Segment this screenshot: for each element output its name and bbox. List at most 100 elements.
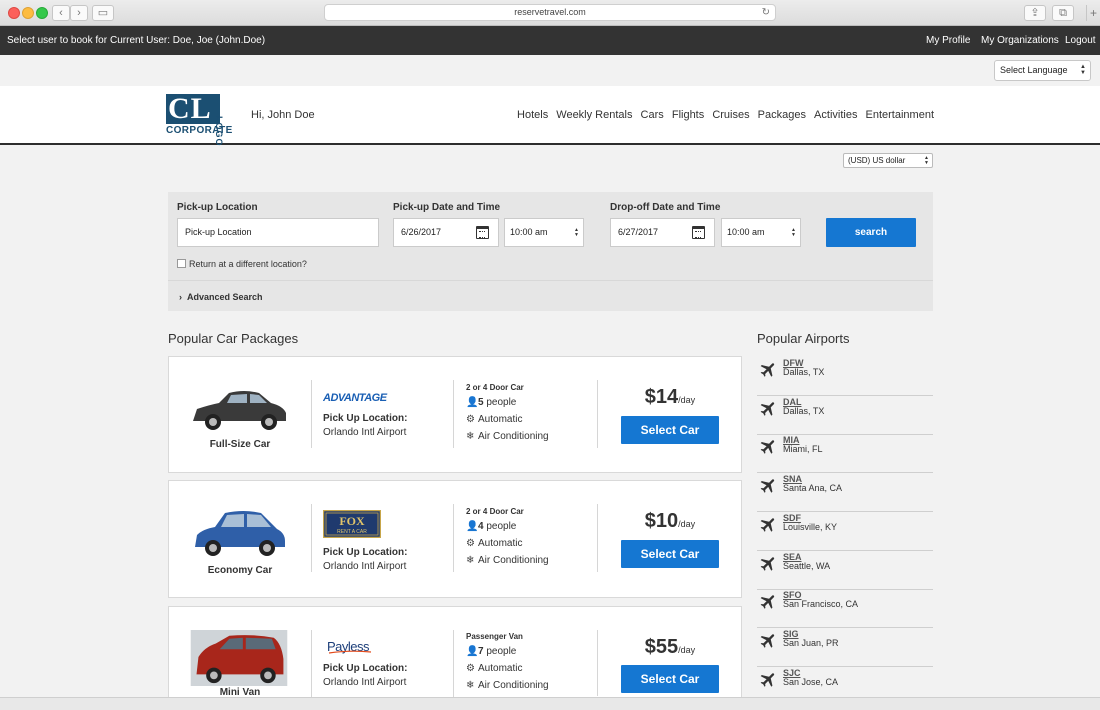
select-car-button[interactable]: Select Car (621, 540, 719, 568)
airport-item-sdf[interactable]: SDF Louisville, KY (757, 512, 933, 551)
car-package-card: Economy Car FOX RENT A CAR Pick Up Locat… (168, 480, 742, 598)
address-bar[interactable]: reservetravel.com ↻ (324, 4, 776, 21)
airport-city: Louisville, KY (783, 521, 838, 532)
back-icon[interactable]: ‹ (52, 5, 70, 21)
airport-item-sfo[interactable]: SFO San Francisco, CA (757, 589, 933, 629)
search-button[interactable]: search (826, 218, 916, 247)
advanced-search-toggle[interactable]: › Advanced Search (179, 292, 263, 302)
return-different-location[interactable]: Return at a different location? (177, 259, 307, 269)
company-logo[interactable]: CL CORPORATE LOGO (166, 94, 236, 147)
price-unit: /day (678, 395, 696, 405)
select-arrows-icon: ▲ ▼ (1080, 64, 1086, 76)
divider (168, 280, 933, 281)
select-car-button[interactable]: Select Car (621, 665, 719, 693)
airport-item-dfw[interactable]: DFW Dallas, TX (757, 357, 933, 396)
airport-item-sea[interactable]: SEA Seattle, WA (757, 551, 933, 590)
divider (311, 504, 312, 572)
nav-packages[interactable]: Packages (758, 109, 806, 121)
price: $14/day (621, 386, 719, 409)
pickup-date-input[interactable]: 6/26/2017 (393, 218, 499, 247)
dropoff-date-input[interactable]: 6/27/2017 (610, 218, 715, 247)
pickup-label: Pick Up Location: (323, 663, 408, 674)
capacity-number: 7 (478, 646, 484, 657)
snowflake-icon: ❄ (466, 555, 475, 566)
nav-cruises[interactable]: Cruises (712, 109, 749, 121)
my-organizations-link[interactable]: My Organizations (981, 35, 1059, 46)
divider (597, 630, 598, 696)
airport-item-mia[interactable]: MIA Miami, FL (757, 434, 933, 474)
select-car-button[interactable]: Select Car (621, 416, 719, 444)
currency-select[interactable]: (USD) US dollar ▲ ▼ (843, 153, 933, 168)
car-package-card: Full-Size Car ADVANTAGE Pick Up Location… (168, 356, 742, 473)
nav-hotels[interactable]: Hotels (517, 109, 548, 121)
user-bar: Select user to book for Current User: Do… (0, 26, 1100, 55)
currency-select-value: (USD) US dollar (848, 156, 906, 165)
zoom-window-button[interactable] (36, 7, 48, 19)
airplane-icon (759, 554, 778, 573)
main-nav: Hotels Weekly Rentals Cars Flights Cruis… (512, 109, 934, 121)
select-arrows-icon: ▲ ▼ (791, 227, 796, 238)
close-window-button[interactable] (8, 7, 20, 19)
transmission: ⚙ Automatic (466, 538, 522, 549)
car-image (195, 511, 285, 556)
sidebar-toggle-icon[interactable]: ▭ (92, 5, 114, 21)
calendar-icon[interactable] (476, 226, 489, 239)
dropoff-date-value: 6/27/2017 (618, 227, 659, 237)
forward-icon[interactable]: › (70, 5, 88, 21)
return-different-checkbox[interactable] (177, 259, 186, 268)
airplane-icon (759, 670, 778, 689)
select-user-link[interactable]: Select user to book for (7, 35, 107, 46)
capacity-label: people (486, 521, 517, 532)
snowflake-icon: ❄ (466, 680, 475, 691)
nav-activities[interactable]: Activities (814, 109, 857, 121)
logout-link[interactable]: Logout (1065, 35, 1096, 46)
nav-flights[interactable]: Flights (672, 109, 704, 121)
nav-cars[interactable]: Cars (641, 109, 664, 121)
divider (597, 504, 598, 572)
divider (311, 630, 312, 698)
dropoff-time-value: 10:00 am (727, 227, 765, 237)
minimize-window-button[interactable] (22, 7, 34, 19)
airport-city: Santa Ana, CA (783, 483, 843, 494)
site-header: CL CORPORATE LOGO Hi, John Doe Hotels We… (0, 86, 1100, 147)
new-tab-icon[interactable]: + (1086, 5, 1100, 21)
airplane-icon (759, 437, 778, 456)
airport-city: Dallas, TX (783, 405, 825, 416)
tabs-overview-icon[interactable]: ⧉ (1052, 5, 1074, 21)
car-name: Full-Size Car (209, 439, 271, 450)
language-select[interactable]: Select Language ▲ ▼ (994, 60, 1091, 81)
pickup-time-select[interactable]: 10:00 am ▲ ▼ (504, 218, 584, 247)
nav-weekly-rentals[interactable]: Weekly Rentals (556, 109, 632, 121)
reload-icon[interactable]: ↻ (762, 5, 770, 20)
airport-city: San Francisco, CA (783, 599, 859, 610)
airport-item-sna[interactable]: SNA Santa Ana, CA (757, 473, 933, 513)
pickup-location: Orlando Intl Airport (323, 677, 407, 688)
car-image (190, 630, 288, 686)
calendar-icon[interactable] (692, 226, 705, 239)
snowflake-icon: ❄ (466, 431, 475, 442)
airport-item-sig[interactable]: SIG San Juan, PR (757, 628, 933, 667)
transmission-label: Automatic (478, 414, 523, 425)
capacity-label: people (486, 397, 517, 408)
transmission: ⚙ Automatic (466, 663, 522, 674)
dropoff-time-select[interactable]: 10:00 am ▲ ▼ (721, 218, 801, 247)
airport-item-dal[interactable]: DAL Dallas, TX (757, 396, 933, 435)
price-amount: $55 (644, 636, 679, 658)
capacity-label: people (486, 646, 517, 657)
airplane-icon (759, 399, 778, 418)
logo-side-text: LOGO (214, 116, 224, 147)
pickup-location-input[interactable]: Pick-up Location (177, 218, 379, 247)
nav-entertainment[interactable]: Entertainment (866, 109, 934, 121)
air-conditioning: ❄ Air Conditioning (466, 680, 549, 691)
my-profile-link[interactable]: My Profile (926, 35, 970, 46)
airplane-icon (759, 515, 778, 534)
airport-city: Dallas, TX (783, 367, 825, 377)
pickup-datetime-label: Pick-up Date and Time (393, 202, 501, 213)
share-icon[interactable]: ⇪ (1024, 5, 1046, 21)
car-type: 2 or 4 Door Car (466, 507, 524, 516)
car-type: 2 or 4 Door Car (466, 383, 524, 392)
vendor-logo-fox: FOX RENT A CAR (323, 510, 381, 538)
person-icon: 👤 (466, 397, 479, 408)
transmission-label: Automatic (478, 663, 523, 674)
svg-text:RENT A CAR: RENT A CAR (337, 529, 367, 535)
